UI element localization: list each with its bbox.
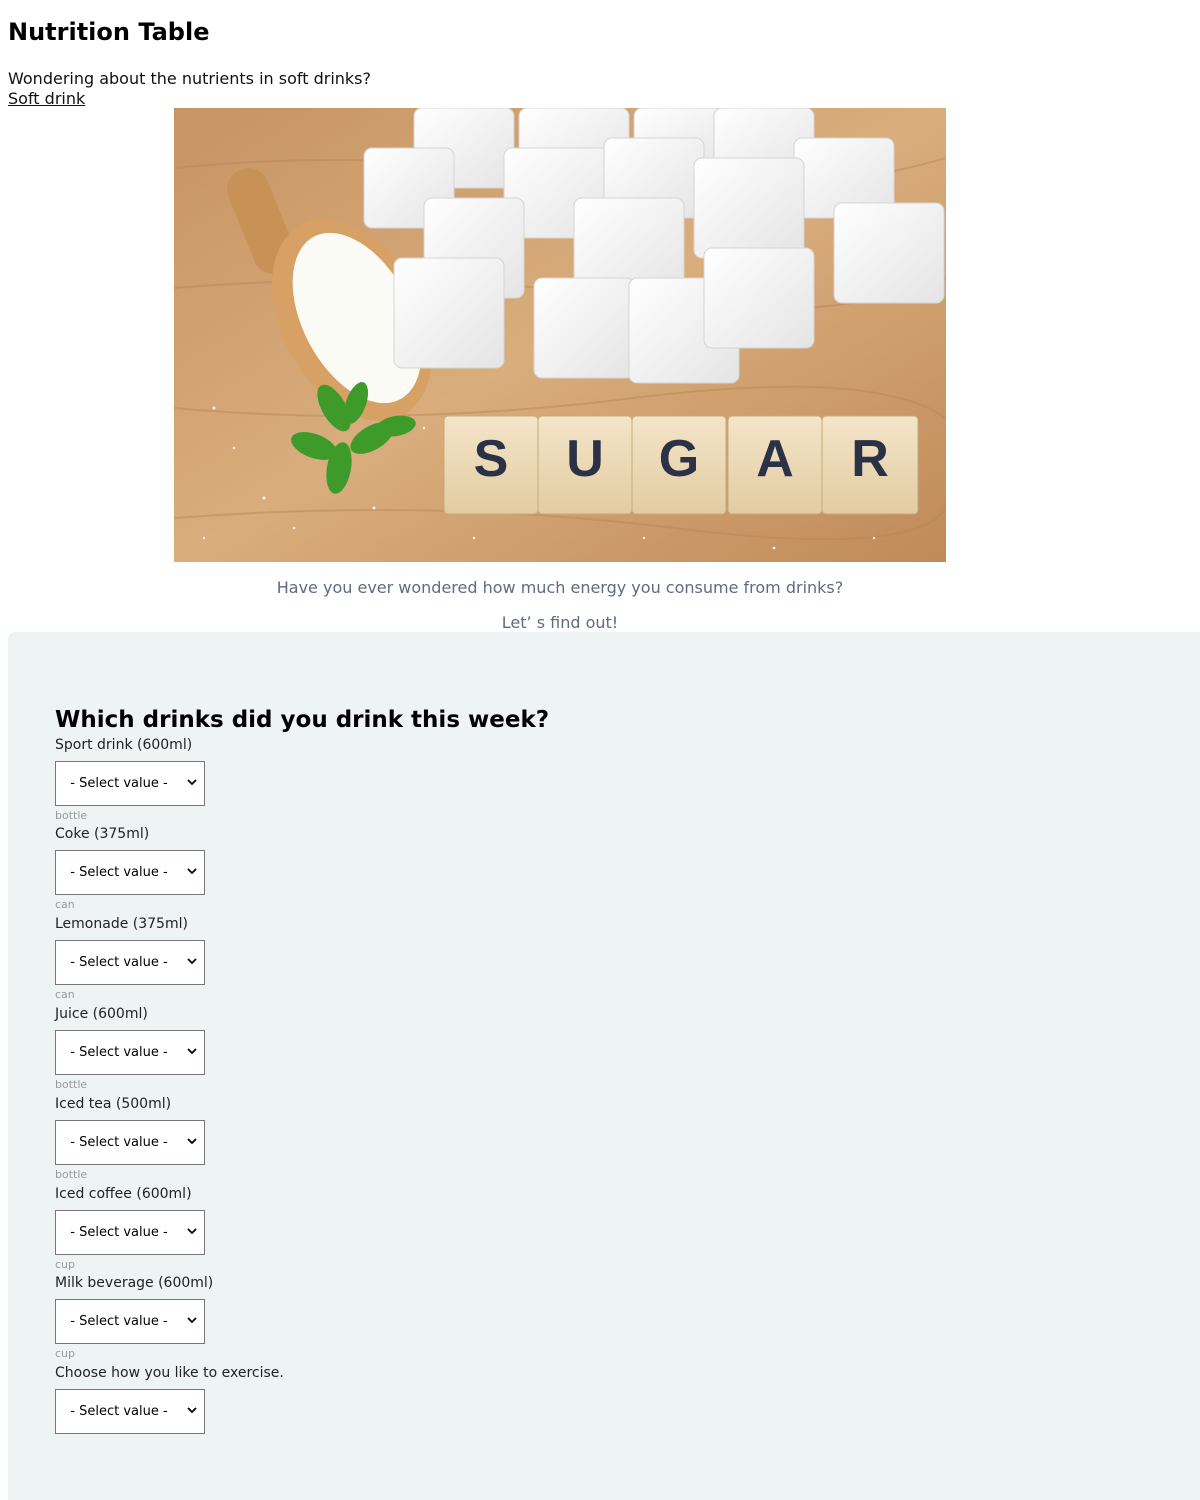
chevron-down-icon bbox=[187, 1407, 197, 1414]
milk-beverage-select[interactable]: - Select value - bbox=[55, 1299, 205, 1344]
lemonade-select[interactable]: - Select value - bbox=[55, 940, 205, 985]
page: Nutrition Table Wondering about the nutr… bbox=[0, 0, 1200, 1500]
exercise-select[interactable]: - Select value - bbox=[55, 1389, 205, 1434]
field-label: Sport drink (600ml) bbox=[55, 737, 193, 753]
chevron-down-icon bbox=[187, 1317, 197, 1324]
page-title: Nutrition Table bbox=[8, 18, 210, 46]
field-label: Coke (375ml) bbox=[55, 826, 150, 842]
field-exercise: Choose how you like to exercise. - Selec… bbox=[55, 1365, 284, 1434]
intro-text: Wondering about the nutrients in soft dr… bbox=[8, 69, 371, 88]
select-value: - Select value - bbox=[70, 1135, 168, 1150]
select-value: - Select value - bbox=[70, 1314, 168, 1329]
form-heading: Which drinks did you drink this week? bbox=[55, 707, 550, 733]
select-value: - Select value - bbox=[70, 1225, 168, 1240]
select-value: - Select value - bbox=[70, 1404, 168, 1419]
unit-label: cup bbox=[55, 1258, 76, 1271]
field-label: Milk beverage (600ml) bbox=[55, 1275, 214, 1291]
field-label: Lemonade (375ml) bbox=[55, 916, 188, 932]
tile-letter: S bbox=[474, 430, 509, 488]
tile-letter: G bbox=[659, 430, 699, 488]
tile-letter: U bbox=[566, 430, 604, 488]
sport-drink-select[interactable]: - Select value - bbox=[55, 761, 205, 806]
iced-coffee-select[interactable]: - Select value - bbox=[55, 1210, 205, 1255]
field-label: Choose how you like to exercise. bbox=[55, 1365, 284, 1381]
unit-label: cup bbox=[55, 1347, 76, 1360]
tile-letter: A bbox=[756, 430, 794, 488]
field-iced-tea: Iced tea (500ml) - Select value - bottle bbox=[55, 1096, 205, 1181]
tile-letter: R bbox=[851, 430, 889, 488]
caption-energy-question: Have you ever wondered how much energy y… bbox=[276, 578, 844, 597]
field-juice: Juice (600ml) - Select value - bottle bbox=[55, 1006, 205, 1091]
unit-label: bottle bbox=[55, 1168, 88, 1181]
unit-label: can bbox=[55, 988, 75, 1001]
field-label: Juice (600ml) bbox=[55, 1006, 148, 1022]
field-coke: Coke (375ml) - Select value - can bbox=[55, 826, 205, 911]
sugar-hero-image: S U G A R bbox=[174, 108, 946, 562]
unit-label: bottle bbox=[55, 809, 88, 822]
chevron-down-icon bbox=[187, 958, 197, 965]
unit-label: can bbox=[55, 898, 75, 911]
unit-label: bottle bbox=[55, 1078, 88, 1091]
soft-drink-link[interactable]: Soft drink bbox=[8, 89, 85, 108]
sugar-letter-tiles: S U G A R bbox=[443, 415, 919, 515]
field-lemonade: Lemonade (375ml) - Select value - can bbox=[55, 916, 205, 1001]
iced-tea-select[interactable]: - Select value - bbox=[55, 1120, 205, 1165]
select-value: - Select value - bbox=[70, 776, 168, 791]
chevron-down-icon bbox=[187, 868, 197, 875]
chevron-down-icon bbox=[187, 779, 197, 786]
select-value: - Select value - bbox=[70, 955, 168, 970]
juice-select[interactable]: - Select value - bbox=[55, 1030, 205, 1075]
select-value: - Select value - bbox=[70, 1045, 168, 1060]
coke-select[interactable]: - Select value - bbox=[55, 850, 205, 895]
chevron-down-icon bbox=[187, 1138, 197, 1145]
field-label: Iced coffee (600ml) bbox=[55, 1186, 192, 1202]
field-iced-coffee: Iced coffee (600ml) - Select value - cup bbox=[55, 1186, 205, 1271]
chevron-down-icon bbox=[187, 1228, 197, 1235]
field-label: Iced tea (500ml) bbox=[55, 1096, 172, 1112]
chevron-down-icon bbox=[187, 1048, 197, 1055]
field-milk-beverage: Milk beverage (600ml) - Select value - c… bbox=[55, 1275, 213, 1360]
caption-find-out: Let’ s find out! bbox=[501, 613, 619, 632]
field-sport-drink: Sport drink (600ml) - Select value - bot… bbox=[55, 737, 205, 822]
select-value: - Select value - bbox=[70, 865, 168, 880]
